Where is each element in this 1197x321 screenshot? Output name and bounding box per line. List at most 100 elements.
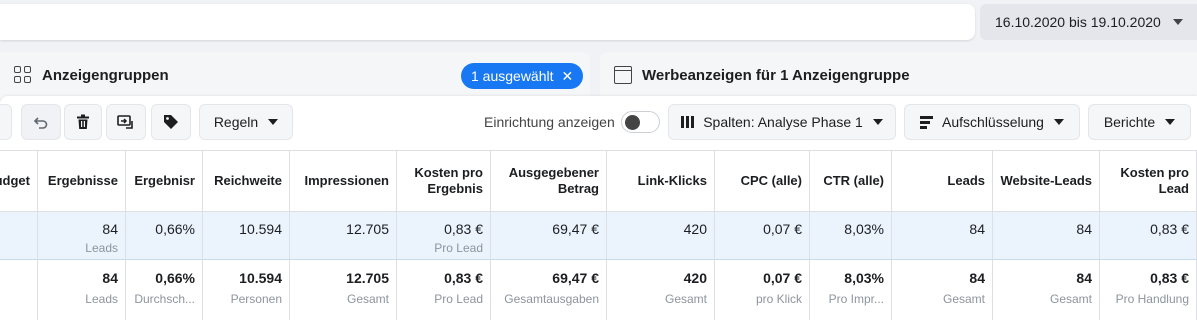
chevron-down-icon xyxy=(268,119,279,125)
delete-button[interactable] xyxy=(64,104,102,140)
table-cell: 420 xyxy=(607,212,715,259)
totals-value: 420 xyxy=(683,270,707,286)
totals-value: 0,83 € xyxy=(1150,270,1189,286)
column-header-label: Link-Klicks xyxy=(637,173,707,188)
tab-ads[interactable]: Werbeanzeigen für 1 Anzeigengruppe xyxy=(600,52,1197,98)
totals-sublabel: Leads xyxy=(85,292,118,306)
column-header-label: Ausgegebener Betrag xyxy=(508,165,599,196)
rules-dropdown[interactable]: Regeln xyxy=(199,104,293,140)
setup-toggle[interactable] xyxy=(621,111,660,133)
tab-ad-groups-label: Anzeigengruppen xyxy=(42,66,169,84)
totals-cell: 84 Gesamt xyxy=(892,260,993,320)
cell-sublabel: Pro Lead xyxy=(434,241,483,255)
trash-icon xyxy=(77,114,89,129)
date-range-picker[interactable]: 16.10.2020 bis 19.10.2020 xyxy=(980,4,1197,40)
column-header-label: Website-Leads xyxy=(1000,173,1092,188)
totals-value: 84 xyxy=(102,270,118,286)
column-header[interactable]: Ergebnisse xyxy=(38,151,126,211)
totals-cell xyxy=(0,260,38,320)
table-cell: 8,03% xyxy=(810,212,892,259)
reports-dropdown[interactable]: Berichte xyxy=(1088,104,1191,140)
column-header-label: Reichweite xyxy=(214,173,282,188)
totals-value: 84 xyxy=(1076,270,1092,286)
tag-icon xyxy=(164,115,178,129)
table-cell: 10.594 xyxy=(203,212,290,259)
duplicate-icon xyxy=(117,115,133,129)
column-header[interactable]: Ergebnisr xyxy=(126,151,203,211)
chevron-down-icon xyxy=(1172,19,1183,25)
column-header-label: Leads xyxy=(947,173,985,188)
breakdown-dropdown[interactable]: Aufschlüsselung xyxy=(904,104,1080,140)
totals-sublabel: Pro Handlung xyxy=(1115,292,1189,306)
toolbar: Regeln Einrichtung anzeigen Spalten: Ana… xyxy=(0,104,1197,140)
totals-value: 0,66% xyxy=(155,270,195,286)
column-header[interactable]: Ausgegebener Betrag xyxy=(491,151,607,211)
column-header[interactable]: CTR (alle) xyxy=(810,151,892,211)
column-header-label: udget xyxy=(0,173,30,188)
column-header-label: Kosten pro Lead xyxy=(1120,165,1189,196)
grid-icon xyxy=(14,66,32,84)
totals-cell: 0,83 € Pro Handlung xyxy=(1100,260,1197,320)
totals-cell: 8,03% Pro Impr... xyxy=(810,260,892,320)
level-tabs: Anzeigengruppen 1 ausgewählt ✕ Werbeanze… xyxy=(0,52,1197,98)
column-header[interactable]: udget xyxy=(0,151,38,211)
column-header-label: Ergebnisse xyxy=(47,173,118,188)
cell-value: 10.594 xyxy=(239,221,282,237)
table-totals-row: 84 Leads 0,66% Durchsch... 10.594 Personen 12.… xyxy=(0,260,1197,320)
columns-icon xyxy=(681,116,695,128)
tab-ad-groups[interactable]: Anzeigengruppen 1 ausgewählt ✕ xyxy=(0,52,590,98)
columns-label: Spalten: Analyse Phase 1 xyxy=(703,114,863,130)
chevron-down-icon xyxy=(1053,119,1064,125)
rules-label: Regeln xyxy=(213,114,259,130)
column-header[interactable]: Kosten pro Ergebnis xyxy=(397,151,491,211)
table-cell: 84 xyxy=(892,212,993,259)
totals-sublabel: Gesamt xyxy=(942,292,985,306)
totals-value: 0,07 € xyxy=(763,270,802,286)
column-header[interactable]: Reichweite xyxy=(203,151,290,211)
setup-label: Einrichtung anzeigen xyxy=(484,114,615,130)
totals-cell: 12.705 Gesamt xyxy=(290,260,397,320)
column-header[interactable]: Link-Klicks xyxy=(607,151,715,211)
totals-value: 84 xyxy=(969,270,985,286)
cell-value: 84 xyxy=(102,221,118,237)
column-header[interactable]: CPC (alle) xyxy=(715,151,810,211)
cell-value: 84 xyxy=(969,221,985,237)
cell-value: 12.705 xyxy=(346,221,389,237)
column-header[interactable]: Kosten pro Lead xyxy=(1100,151,1197,211)
edit-button[interactable] xyxy=(0,104,12,140)
totals-sublabel: Pro Impr... xyxy=(828,292,884,306)
search-bar[interactable] xyxy=(0,4,975,40)
column-header-label: Impressionen xyxy=(304,173,389,188)
top-bar: 16.10.2020 bis 19.10.2020 xyxy=(0,0,1197,42)
breakdown-icon xyxy=(920,115,934,129)
table-cell: 84 xyxy=(993,212,1100,259)
totals-cell: 0,07 € pro Klick xyxy=(715,260,810,320)
columns-dropdown[interactable]: Spalten: Analyse Phase 1 xyxy=(668,104,896,140)
chevron-down-icon xyxy=(1165,119,1176,125)
totals-sublabel: Gesamtausgaben xyxy=(504,292,599,306)
column-header[interactable]: Leads xyxy=(892,151,993,211)
table-cell: 0,66% xyxy=(126,212,203,259)
totals-cell: 84 Gesamt xyxy=(993,260,1100,320)
column-header-label: Kosten pro Ergebnis xyxy=(414,165,483,196)
column-header[interactable]: Website-Leads xyxy=(993,151,1100,211)
totals-sublabel: Pro Lead xyxy=(434,292,483,306)
totals-sublabel: Personen xyxy=(230,292,282,306)
duplicate-button[interactable] xyxy=(106,104,146,140)
totals-cell: 0,66% Durchsch... xyxy=(126,260,203,320)
window-icon xyxy=(614,66,632,84)
reports-label: Berichte xyxy=(1103,114,1156,130)
table-cell: ng... xyxy=(0,212,38,259)
cell-value: 0,07 € xyxy=(763,221,802,237)
totals-value: 0,83 € xyxy=(444,270,483,286)
totals-cell: 420 Gesamt xyxy=(607,260,715,320)
cell-value: 84 xyxy=(1076,221,1092,237)
close-icon[interactable]: ✕ xyxy=(562,69,574,83)
cell-value: 8,03% xyxy=(844,221,884,237)
undo-button[interactable] xyxy=(21,104,61,140)
selection-pill-label: 1 ausgewählt xyxy=(471,68,554,84)
table-row[interactable]: ng... 84 Leads 0,66% 10.594 12.705 0,83 € Pro L… xyxy=(0,212,1197,260)
tag-button[interactable] xyxy=(151,104,191,140)
column-header[interactable]: Impressionen xyxy=(290,151,397,211)
selection-pill[interactable]: 1 ausgewählt ✕ xyxy=(461,63,584,89)
